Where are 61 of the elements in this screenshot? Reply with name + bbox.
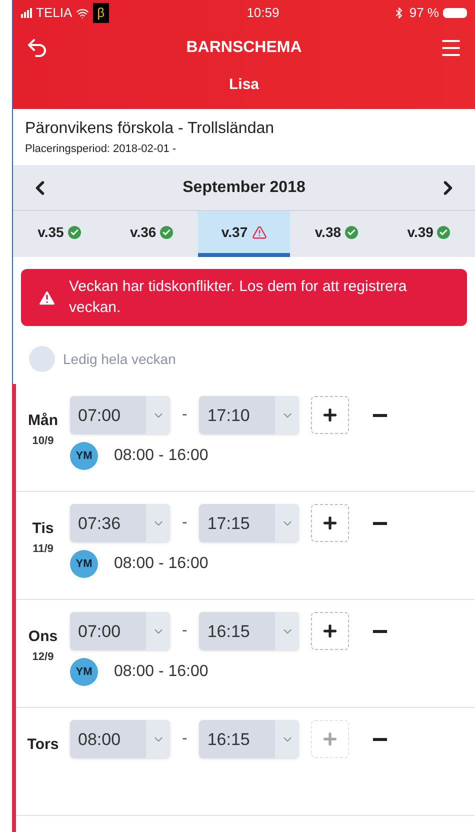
check-icon (345, 226, 358, 238)
plus-icon (321, 622, 340, 640)
wifi-icon (76, 6, 90, 20)
date-label: 11/9 (32, 542, 54, 557)
weekday-label: Tis (32, 519, 54, 540)
time-select[interactable]: 16:15 (199, 720, 300, 758)
weekday-label: Ons (28, 627, 58, 648)
free-week-label: Ledig hela veckan (63, 350, 176, 369)
weekday-label: Tors (27, 735, 59, 756)
week-tab[interactable]: v.37 (198, 211, 290, 257)
week-tab[interactable]: v.36 (105, 211, 198, 257)
separator: - (182, 729, 188, 750)
time-select[interactable]: 07:00 (70, 396, 170, 434)
check-icon (437, 226, 450, 238)
plus-icon (321, 514, 340, 532)
add-button[interactable] (311, 396, 350, 434)
other-schedule-time: 08:00 - 16:00 (114, 554, 208, 574)
signal-icon (21, 8, 32, 18)
other-schedule-time: 08:00 - 16:00 (114, 446, 208, 466)
initials-avatar: YM (70, 658, 98, 686)
initials-avatar: YM (70, 550, 98, 578)
plus-icon (321, 730, 340, 748)
weekday-label: Mån (28, 411, 58, 432)
add-button[interactable] (311, 612, 350, 650)
time-select[interactable]: 07:00 (70, 612, 170, 650)
warning-icon (252, 224, 267, 240)
week-tab[interactable]: v.38 (290, 211, 383, 257)
back-icon[interactable] (25, 36, 49, 60)
battery-percent: 97 % (409, 4, 439, 22)
separator: - (182, 621, 188, 642)
page-title: BARNSCHEMA (186, 38, 302, 58)
check-icon (160, 226, 174, 238)
placement-period: Placeringsperiod: 2018-02-01 - (25, 142, 178, 156)
remove-button[interactable] (373, 414, 388, 417)
beta-badge: β (93, 3, 109, 23)
month-label: September 2018 (182, 178, 306, 198)
clock: 10:59 (246, 4, 280, 22)
week-tab[interactable]: v.35 (13, 211, 106, 257)
week-tab[interactable]: v.39 (382, 211, 475, 257)
time-select[interactable]: 16:15 (199, 612, 300, 650)
remove-button[interactable] (373, 630, 388, 633)
separator: - (182, 405, 188, 426)
carrier-label: TELIA (36, 4, 72, 22)
time-select[interactable]: 17:10 (199, 396, 300, 434)
time-select[interactable]: 17:15 (199, 504, 300, 542)
date-label: 10/9 (32, 434, 54, 449)
child-name: Lisa (228, 75, 259, 95)
date-label: 12/9 (32, 650, 54, 665)
separator: - (182, 513, 188, 534)
time-select[interactable]: 08:00 (70, 720, 170, 758)
initials-avatar: YM (70, 442, 98, 470)
remove-button[interactable] (373, 522, 388, 525)
time-select[interactable]: 07:36 (70, 504, 170, 542)
remove-button[interactable] (373, 738, 388, 741)
placement-name: Päronvikens förskola - Trollsländan (25, 118, 276, 138)
plus-icon (321, 406, 340, 424)
battery-icon (442, 8, 467, 18)
other-schedule-time: 08:00 - 16:00 (114, 662, 208, 682)
alert-message: Veckan har tidskonflikter. Los dem for att registrera veckan. (69, 277, 408, 318)
add-button[interactable] (311, 504, 350, 542)
check-icon (68, 226, 81, 238)
